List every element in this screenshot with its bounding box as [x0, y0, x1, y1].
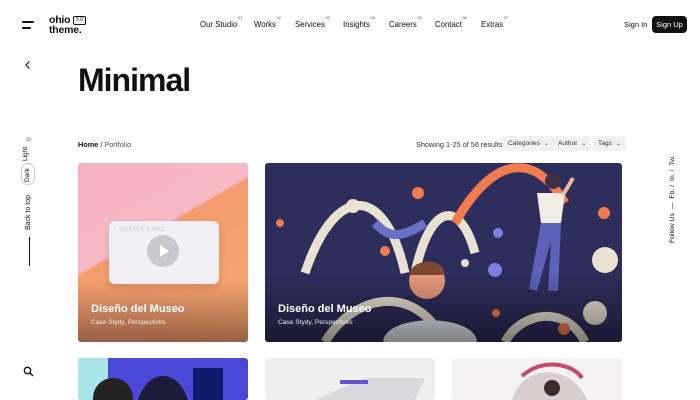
card-subtitle: Case Stydy, Perspectives — [91, 319, 166, 326]
social-links: Follow Us — Fb./ In./ Tw. — [669, 155, 676, 243]
nav-careers[interactable]: Careers 05 — [389, 15, 422, 29]
breadcrumb-current: Portfolio — [104, 140, 132, 149]
social-twitter[interactable]: Tw. — [669, 156, 676, 166]
nav-number: 04 — [370, 15, 375, 20]
site-header: ohio theme. 3.0 Our Studio 01 Works 02 Ser… — [0, 0, 700, 50]
dark-mode-label[interactable]: Dark — [24, 168, 31, 182]
search-icon[interactable] — [23, 366, 34, 377]
logo[interactable]: ohio theme. 3.0 — [49, 15, 86, 36]
follow-label: Follow Us — [669, 213, 676, 243]
divider — [29, 237, 30, 266]
chevron-left-icon[interactable] — [23, 60, 33, 70]
theme-switch[interactable]: ☼ Light Dark — [21, 135, 35, 187]
nav-number: 05 — [417, 15, 422, 20]
page-title: Minimal — [78, 62, 191, 98]
social-facebook[interactable]: Fb. — [669, 189, 676, 199]
portfolio-card[interactable] — [452, 358, 622, 400]
filter-categories[interactable]: Categories ⌄ — [503, 136, 554, 151]
menu-icon[interactable] — [22, 21, 34, 29]
portfolio-card[interactable]: CREDIT CARD Diseño del Museo Case Stydy,… — [78, 163, 248, 342]
logo-line2: theme. — [49, 23, 82, 36]
nav-number: 01 — [237, 15, 243, 20]
light-mode-label[interactable]: Light — [22, 147, 29, 161]
breadcrumb-separator: / — [100, 140, 103, 149]
filter-tags[interactable]: Tags ⌄ — [593, 136, 626, 151]
sun-icon: ☼ — [25, 134, 33, 143]
version-badge: 3.0 — [73, 16, 86, 25]
card-thumbnail — [78, 358, 223, 400]
nav-extras[interactable]: Extras 07 — [481, 15, 508, 29]
chevron-down-icon: ⌄ — [543, 141, 549, 147]
back-to-top-link[interactable]: Back to top — [25, 195, 32, 230]
portfolio-card[interactable] — [265, 358, 435, 400]
nav-services[interactable]: Services 03 — [295, 15, 330, 29]
nav-number: 02 — [276, 15, 281, 20]
separator: — — [669, 202, 676, 210]
sign-in-link[interactable]: Sign In — [624, 20, 647, 29]
card-subtitle: Case Stydy, Perspectives — [278, 319, 353, 326]
nav-insights[interactable]: Insights 04 — [343, 15, 375, 29]
nav-works[interactable]: Works 02 — [254, 15, 281, 29]
chevron-down-icon: ⌄ — [581, 141, 587, 147]
card-thumbnail — [512, 362, 587, 400]
chevron-down-icon: ⌄ — [615, 141, 621, 147]
card-title: Diseño del Museo — [91, 303, 185, 315]
card-title: Diseño del Museo — [278, 303, 372, 315]
portfolio-card[interactable]: Diseño del Museo Case Stydy, Perspective… — [265, 163, 622, 342]
play-icon[interactable] — [147, 235, 179, 267]
nav-number: 03 — [325, 15, 330, 20]
nav-number: 07 — [503, 15, 509, 20]
breadcrumb-home[interactable]: Home — [78, 140, 98, 149]
social-instagram[interactable]: In. — [669, 173, 676, 181]
breadcrumb: Home / Portfolio — [78, 140, 131, 149]
sign-up-button[interactable]: Sign Up — [652, 16, 687, 33]
card-thumbnail — [315, 378, 425, 400]
filter-author[interactable]: Author ⌄ — [553, 136, 592, 151]
credit-card-label: CREDIT CARD — [119, 227, 166, 233]
nav-our-studio[interactable]: Our Studio 01 — [200, 15, 242, 29]
credit-card-image: CREDIT CARD — [109, 221, 219, 284]
results-count: Showing 1-25 of 56 results — [416, 140, 503, 149]
portfolio-card[interactable] — [78, 358, 248, 400]
nav-number: 06 — [462, 15, 467, 20]
nav-contact[interactable]: Contact 06 — [435, 15, 467, 29]
